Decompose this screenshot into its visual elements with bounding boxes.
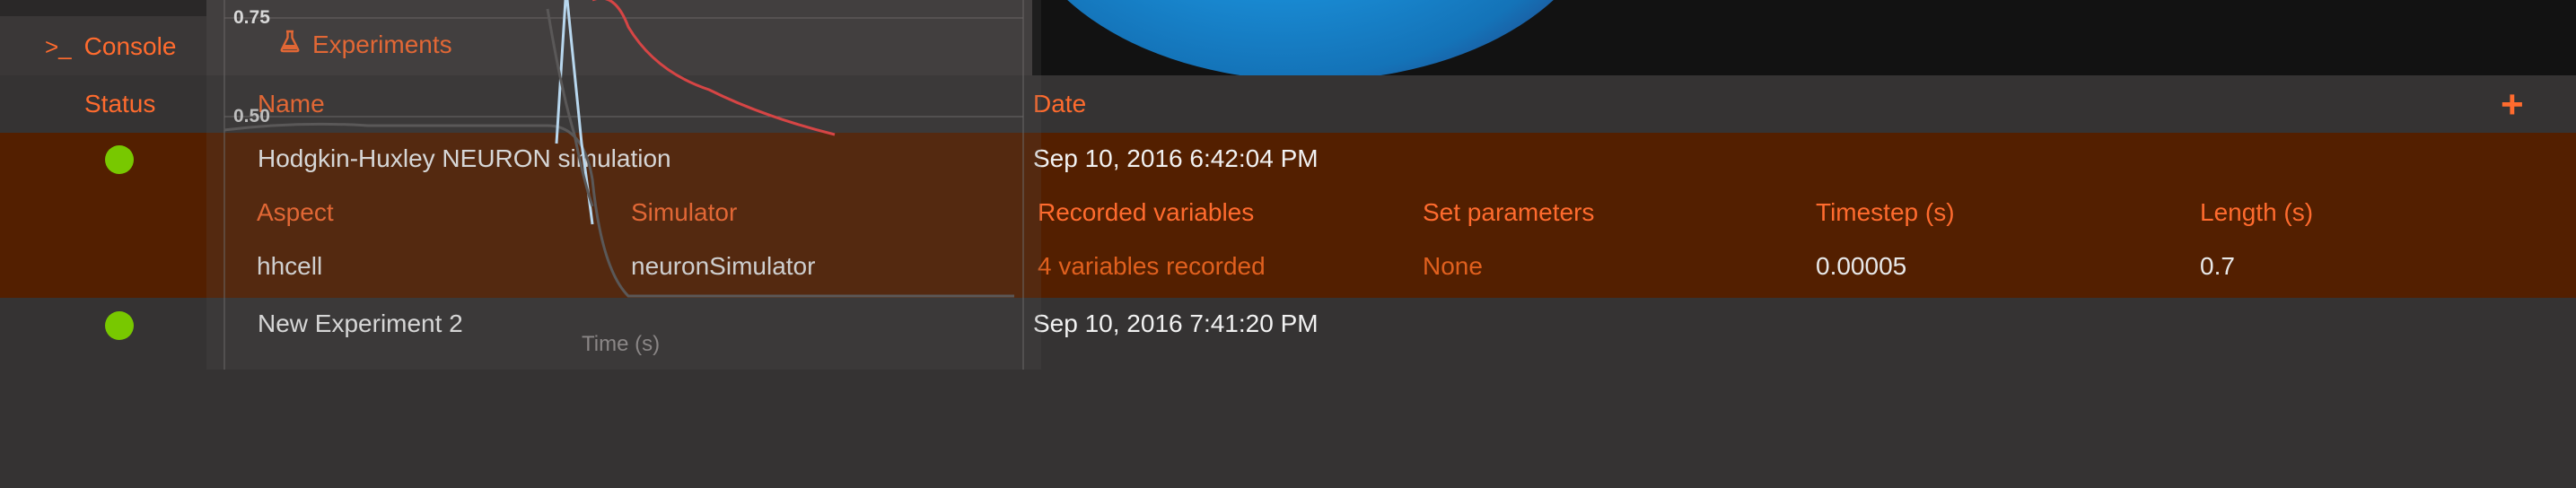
detail-header-simulator: Simulator <box>631 198 738 226</box>
column-header-name[interactable]: Name <box>258 90 325 118</box>
experiment-name[interactable]: Hodgkin-Huxley NEURON simulation <box>258 144 671 173</box>
tab-experiments-label: Experiments <box>312 30 452 58</box>
experiment-date: Sep 10, 2016 7:41:20 PM <box>1033 309 1319 337</box>
table-row[interactable]: New Experiment 2 Sep 10, 2016 7:41:20 PM <box>0 298 2576 352</box>
set-parameters-link[interactable]: None <box>1423 252 1483 281</box>
detail-value-aspect: hhcell <box>257 252 323 280</box>
experiments-table-header: Status Name Date + <box>0 75 2576 133</box>
status-indicator-icon <box>105 145 134 174</box>
status-indicator-icon <box>105 311 134 340</box>
detail-value-length[interactable]: 0.7 <box>2200 252 2235 281</box>
recorded-variables-link[interactable]: 4 variables recorded <box>1038 252 1266 281</box>
experiment-name[interactable]: New Experiment 2 <box>258 309 463 338</box>
add-experiment-button[interactable]: + <box>2501 85 2524 125</box>
detail-header-timestep: Timestep (s) <box>1816 198 1955 226</box>
tab-experiments[interactable]: Experiments <box>280 30 452 59</box>
column-header-date[interactable]: Date <box>1033 90 1086 118</box>
detail-header-aspect: Aspect <box>257 198 334 226</box>
column-header-status[interactable]: Status <box>84 90 155 118</box>
sphere-3d-model[interactable] <box>1014 0 1607 75</box>
experiment-date: Sep 10, 2016 6:42:04 PM <box>1033 144 1319 172</box>
tab-console[interactable]: >_ Console <box>45 32 176 61</box>
flask-icon <box>280 30 300 59</box>
detail-value-simulator[interactable]: neuronSimulator <box>631 252 815 281</box>
table-row-expanded[interactable]: Hodgkin-Huxley NEURON simulation Sep 10,… <box>0 133 2576 298</box>
tab-console-label: Console <box>83 32 177 60</box>
console-bar-upper <box>0 0 206 16</box>
detail-header-recorded-variables: Recorded variables <box>1038 198 1255 226</box>
detail-header-length: Length (s) <box>2200 198 2314 226</box>
detail-value-timestep[interactable]: 0.00005 <box>1816 252 1906 281</box>
terminal-icon: >_ <box>45 32 72 60</box>
detail-header-set-parameters: Set parameters <box>1423 198 1595 226</box>
